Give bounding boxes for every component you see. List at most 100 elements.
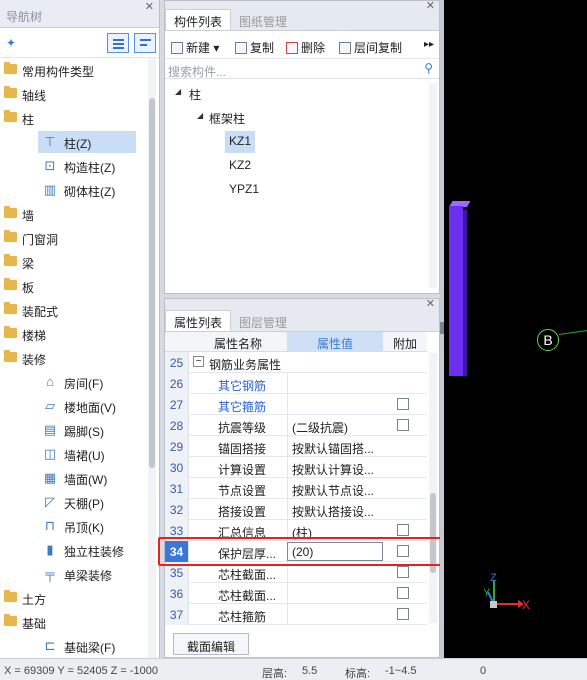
nav-tree-item[interactable]: 板 [0,274,148,298]
row-number[interactable]: 27 [165,394,189,415]
nav-tree-item[interactable]: ▮ 独立柱装修 [0,538,148,562]
tab-layer-management[interactable]: 图层管理 [231,311,295,332]
search-icon[interactable]: ⚲ [424,61,433,75]
property-row[interactable]: 30 计算设置 按默认计算设... [165,457,427,478]
row-number[interactable]: 33 [165,520,189,541]
extra-checkbox[interactable] [397,398,409,410]
component-item[interactable]: KZ1 [165,129,431,153]
property-value[interactable] [287,373,383,394]
row-number[interactable]: 25 [165,352,189,373]
row-number[interactable]: 36 [165,583,189,604]
tab-component-list[interactable]: 构件列表 [165,9,232,30]
column-3d[interactable] [449,206,463,376]
property-row[interactable]: 25− 钢筋业务属性 [165,352,427,373]
column-3d-side[interactable] [463,210,467,376]
more-icon[interactable]: ▸▸ [424,39,434,50]
row-number[interactable]: 37 [165,604,189,625]
property-value[interactable]: 按默认搭接设... [287,499,383,520]
extra-checkbox[interactable] [397,587,409,599]
nav-tree-item[interactable]: 楼梯 [0,322,148,346]
extra-checkbox[interactable] [397,524,409,536]
tree-root-item[interactable]: ◢ 柱 [165,81,431,105]
nav-tree-item[interactable]: 基础 [0,610,148,634]
nav-tree-item[interactable]: ⊓ 吊顶(K) [0,514,148,538]
property-value[interactable]: 按默认节点设... [287,478,383,499]
tree-group-item[interactable]: ◢ 框架柱 [165,105,431,129]
nav-tree-item[interactable]: 柱 [0,106,148,130]
component-item[interactable]: YPZ1 [165,177,431,201]
property-row[interactable]: 36 芯柱截面... [165,583,427,604]
prop-scroll-thumb[interactable] [430,493,436,573]
nav-tree-item[interactable]: 装修 [0,346,148,370]
property-row[interactable]: 27 其它箍筋 [165,394,427,415]
nav-scrollbar[interactable] [148,58,156,658]
property-row[interactable]: 34 保护层厚... (20) [165,541,427,562]
tab-property-list[interactable]: 属性列表 [165,310,232,331]
property-row[interactable]: 33 汇总信息 (柱) [165,520,427,541]
property-row[interactable]: 32 搭接设置 按默认搭接设... [165,499,427,520]
row-number[interactable]: 31 [165,478,189,499]
property-row[interactable]: 31 节点设置 按默认节点设... [165,478,427,499]
sparkle-icon[interactable]: ✦ [6,36,16,50]
nav-tree-item[interactable]: ◸ 天棚(P) [0,490,148,514]
nav-tree-item[interactable]: ⊤ 柱(Z) [0,130,148,154]
row-number[interactable]: 35 [165,562,189,583]
nav-tree-item[interactable]: ▤ 踢脚(S) [0,418,148,442]
nav-tree-item[interactable]: ▥ 砌体柱(Z) [0,178,148,202]
component-item[interactable]: KZ2 [165,153,431,177]
nav-tree-item[interactable]: ╤ 单梁装修 [0,562,148,586]
property-value[interactable] [287,562,383,583]
row-number[interactable]: 30 [165,457,189,478]
nav-tree-item[interactable]: ⊏ 基础梁(F) [0,634,148,658]
tab-drawing-management[interactable]: 图纸管理 [231,10,295,31]
property-value[interactable] [287,604,383,625]
row-number[interactable]: 26 [165,373,189,394]
new-button[interactable]: 新建 ▾ [171,39,219,56]
expand-arrow-icon[interactable]: ◢ [197,111,203,120]
search-input[interactable]: 搜索构件... ⚲ [165,61,439,79]
nav-tree-item[interactable]: 梁 [0,250,148,274]
nav-tree-item[interactable]: ⊡ 构造柱(Z) [0,154,148,178]
row-number[interactable]: 32 [165,499,189,520]
property-value[interactable]: (柱) [287,520,383,541]
section-edit-button[interactable]: 截面编辑 [173,633,249,655]
delete-button[interactable]: 删除 [286,39,325,56]
extra-checkbox[interactable] [397,419,409,431]
nav-tree-item[interactable]: 土方 [0,586,148,610]
property-row[interactable]: 35 芯柱截面... [165,562,427,583]
close-icon[interactable]: ✕ [426,297,435,310]
property-row[interactable]: 29 锚固搭接 按默认锚固搭... [165,436,427,457]
property-row[interactable]: 26 其它钢筋 [165,373,427,394]
extra-checkbox[interactable] [397,608,409,620]
nav-scroll-thumb[interactable] [149,98,155,468]
copy-button[interactable]: 复制 [235,39,274,56]
extra-checkbox[interactable] [397,545,409,557]
nav-tree-item[interactable]: ▦ 墙面(W) [0,466,148,490]
property-value[interactable]: 按默认计算设... [287,457,383,478]
nav-tree-item[interactable]: 装配式 [0,298,148,322]
close-icon[interactable]: ✕ [426,0,435,12]
property-value-input[interactable]: (20) [287,542,383,561]
comp-scrollbar[interactable] [429,83,437,288]
property-row[interactable]: 37 芯柱箍筋 [165,604,427,625]
property-value[interactable] [287,394,383,415]
nav-tree-item[interactable]: ◫ 墙裙(U) [0,442,148,466]
3d-viewport[interactable]: B X Z Y [444,0,587,658]
list-view-button[interactable] [107,33,129,53]
nav-tree-item[interactable]: ▱ 楼地面(V) [0,394,148,418]
detail-view-button[interactable] [134,33,156,53]
property-value[interactable]: (二级抗震) [287,415,383,436]
nav-tree-item[interactable]: 轴线 [0,82,148,106]
axis-marker-b[interactable]: B [537,329,559,351]
row-number[interactable]: 28 [165,415,189,436]
property-row[interactable]: 28 抗震等级 (二级抗震) [165,415,427,436]
prop-scrollbar[interactable] [429,353,437,623]
floor-copy-button[interactable]: 层间复制 [339,39,402,56]
expand-arrow-icon[interactable]: ◢ [175,87,181,96]
extra-checkbox[interactable] [397,566,409,578]
property-value[interactable]: 按默认锚固搭... [287,436,383,457]
close-icon[interactable]: ✕ [145,0,154,13]
collapse-icon[interactable]: − [193,356,204,367]
property-value[interactable] [287,583,383,604]
nav-tree-item[interactable]: 门窗洞 [0,226,148,250]
